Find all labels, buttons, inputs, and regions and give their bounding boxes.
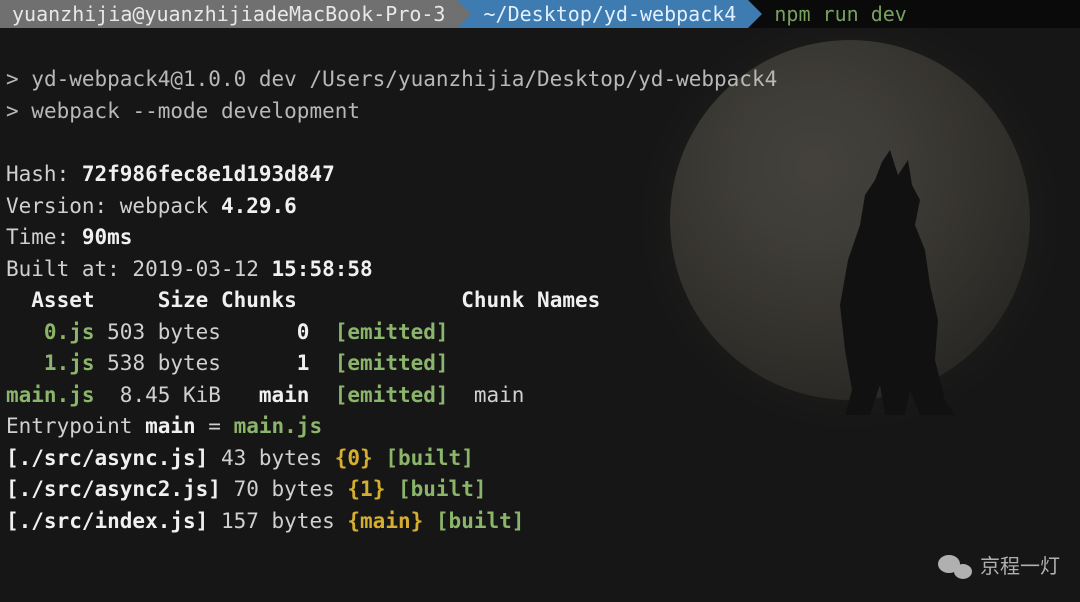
prompt-path: ~/Desktop/yd-webpack4 (457, 0, 748, 28)
script-line-2: > webpack --mode development (6, 96, 1072, 128)
table-row: 0.js 503 bytes 0 [emitted] (6, 317, 1072, 349)
table-row: 1.js 538 bytes 1 [emitted] (6, 348, 1072, 380)
terminal-output: > yd-webpack4@1.0.0 dev /Users/yuanzhiji… (0, 28, 1080, 537)
shell-prompt: yuanzhijia@yuanzhijiadeMacBook-Pro-3 ~/D… (0, 0, 1080, 28)
script-line-1: > yd-webpack4@1.0.0 dev /Users/yuanzhiji… (6, 64, 1072, 96)
watermark: 京程一灯 (938, 552, 1060, 582)
table-header: Asset Size Chunks Chunk Names (6, 285, 1072, 317)
built-line: Built at: 2019-03-12 15:58:58 (6, 254, 1072, 286)
prompt-user: yuanzhijia@yuanzhijiadeMacBook-Pro-3 (0, 0, 457, 28)
wechat-icon (938, 553, 972, 581)
module-line: [./src/async.js] 43 bytes {0} [built] (6, 443, 1072, 475)
table-row: main.js 8.45 KiB main [emitted] main (6, 380, 1072, 412)
entrypoint-line: Entrypoint main = main.js (6, 411, 1072, 443)
module-line: [./src/index.js] 157 bytes {main} [built… (6, 506, 1072, 538)
watermark-text: 京程一灯 (980, 552, 1060, 582)
module-line: [./src/async2.js] 70 bytes {1} [built] (6, 474, 1072, 506)
time-line: Time: 90ms (6, 222, 1072, 254)
version-line: Version: webpack 4.29.6 (6, 191, 1072, 223)
hash-line: Hash: 72f986fec8e1d193d847 (6, 159, 1072, 191)
prompt-command[interactable]: npm run dev (748, 0, 1080, 28)
